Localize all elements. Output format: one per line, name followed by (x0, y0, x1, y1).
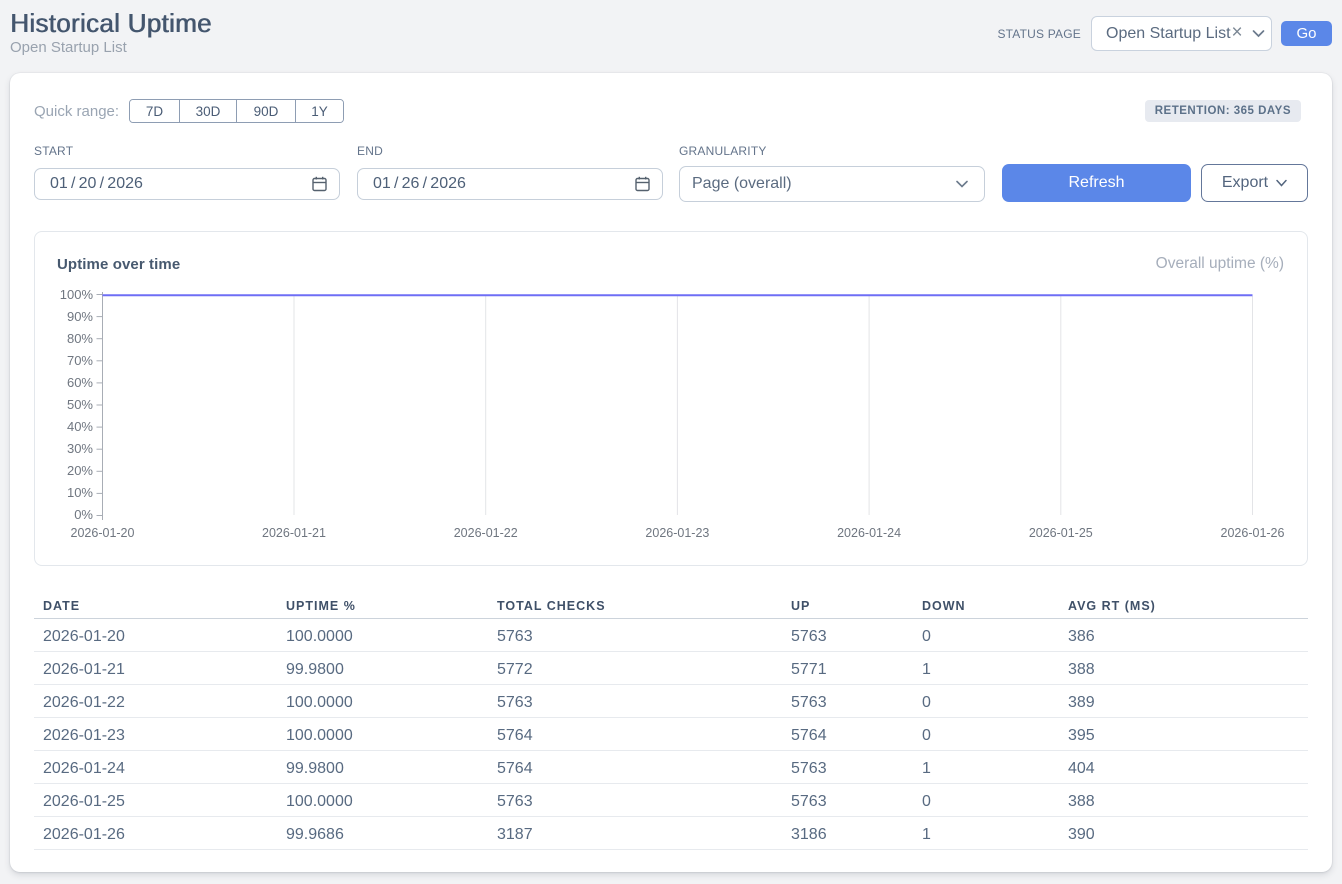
svg-text:2026-01-22: 2026-01-22 (454, 526, 518, 540)
svg-text:0%: 0% (74, 507, 93, 522)
svg-text:30%: 30% (67, 441, 93, 456)
svg-text:2026-01-20: 2026-01-20 (71, 526, 135, 540)
svg-text:60%: 60% (67, 375, 93, 390)
svg-text:2026-01-23: 2026-01-23 (645, 526, 709, 540)
svg-text:20%: 20% (67, 463, 93, 478)
svg-text:2026-01-25: 2026-01-25 (1029, 526, 1093, 540)
svg-text:100%: 100% (60, 287, 94, 302)
svg-text:70%: 70% (67, 353, 93, 368)
svg-text:80%: 80% (67, 331, 93, 346)
svg-text:2026-01-21: 2026-01-21 (262, 526, 326, 540)
svg-text:2026-01-26: 2026-01-26 (1221, 526, 1285, 540)
svg-text:2026-01-24: 2026-01-24 (837, 526, 901, 540)
svg-text:10%: 10% (67, 485, 93, 500)
svg-text:40%: 40% (67, 419, 93, 434)
svg-text:90%: 90% (67, 309, 93, 324)
svg-text:50%: 50% (67, 397, 93, 412)
